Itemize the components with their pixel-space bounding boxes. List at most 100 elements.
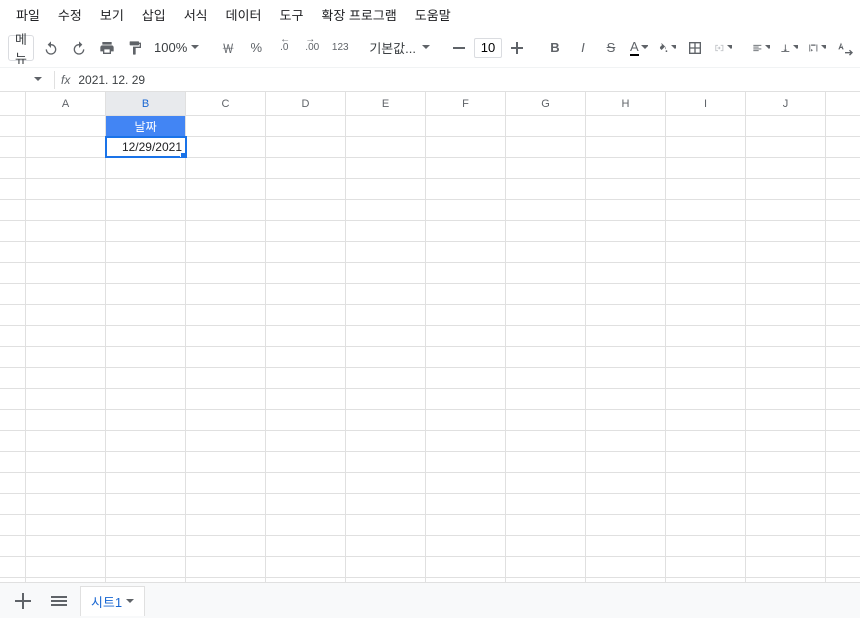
cell-I4[interactable] <box>666 179 746 199</box>
cell-G22[interactable] <box>506 557 586 577</box>
col-header-J[interactable]: J <box>746 92 826 115</box>
cell-A21[interactable] <box>26 536 106 556</box>
row-header-14[interactable] <box>0 389 26 409</box>
row-header-5[interactable] <box>0 200 26 220</box>
cell-I15[interactable] <box>666 410 746 430</box>
cell-C21[interactable] <box>186 536 266 556</box>
cell-I13[interactable] <box>666 368 746 388</box>
cell-G1[interactable] <box>506 116 586 136</box>
cell-C23[interactable] <box>186 578 266 582</box>
cell-G18[interactable] <box>506 473 586 493</box>
cell-I2[interactable] <box>666 137 746 157</box>
cell-J5[interactable] <box>746 200 826 220</box>
cell-K23[interactable] <box>826 578 860 582</box>
menu-view[interactable]: 보기 <box>92 1 132 28</box>
cell-K14[interactable] <box>826 389 860 409</box>
cell-A17[interactable] <box>26 452 106 472</box>
cell-A15[interactable] <box>26 410 106 430</box>
cell-D12[interactable] <box>266 347 346 367</box>
cell-G6[interactable] <box>506 221 586 241</box>
cell-H21[interactable] <box>586 536 666 556</box>
cell-H17[interactable] <box>586 452 666 472</box>
col-header-B[interactable]: B <box>106 92 186 115</box>
cell-B4[interactable] <box>106 179 186 199</box>
cell-I10[interactable] <box>666 305 746 325</box>
cell-B7[interactable] <box>106 242 186 262</box>
cell-B3[interactable] <box>106 158 186 178</box>
cell-K2[interactable] <box>826 137 860 157</box>
cell-C18[interactable] <box>186 473 266 493</box>
row-header-10[interactable] <box>0 305 26 325</box>
cell-C11[interactable] <box>186 326 266 346</box>
print-button[interactable] <box>94 35 120 61</box>
cell-I1[interactable] <box>666 116 746 136</box>
cell-F1[interactable] <box>426 116 506 136</box>
cell-I7[interactable] <box>666 242 746 262</box>
cell-C17[interactable] <box>186 452 266 472</box>
cell-H8[interactable] <box>586 263 666 283</box>
cell-G21[interactable] <box>506 536 586 556</box>
cell-J13[interactable] <box>746 368 826 388</box>
cell-E3[interactable] <box>346 158 426 178</box>
menu-help[interactable]: 도움말 <box>407 1 459 28</box>
cell-F23[interactable] <box>426 578 506 582</box>
cell-C19[interactable] <box>186 494 266 514</box>
merge-cells-button[interactable] <box>710 35 736 61</box>
row-header-17[interactable] <box>0 452 26 472</box>
cell-J8[interactable] <box>746 263 826 283</box>
cell-H23[interactable] <box>586 578 666 582</box>
borders-button[interactable] <box>682 35 708 61</box>
cell-D2[interactable] <box>266 137 346 157</box>
paint-format-button[interactable] <box>122 35 148 61</box>
cell-J16[interactable] <box>746 431 826 451</box>
cell-J20[interactable] <box>746 515 826 535</box>
decrease-font-button[interactable] <box>446 35 472 61</box>
cell-A8[interactable] <box>26 263 106 283</box>
row-header-6[interactable] <box>0 221 26 241</box>
font-family-dropdown[interactable]: 기본값... <box>365 38 434 57</box>
font-size-input[interactable] <box>474 38 502 58</box>
cell-C20[interactable] <box>186 515 266 535</box>
menu-file[interactable]: 파일 <box>8 1 48 28</box>
cell-A12[interactable] <box>26 347 106 367</box>
cell-B22[interactable] <box>106 557 186 577</box>
row-header-18[interactable] <box>0 473 26 493</box>
cell-F6[interactable] <box>426 221 506 241</box>
col-header-I[interactable]: I <box>666 92 746 115</box>
cell-D3[interactable] <box>266 158 346 178</box>
cell-D8[interactable] <box>266 263 346 283</box>
cell-A19[interactable] <box>26 494 106 514</box>
decrease-decimal-button[interactable]: ←.0 <box>271 35 297 61</box>
cell-F12[interactable] <box>426 347 506 367</box>
col-header-H[interactable]: H <box>586 92 666 115</box>
cell-K13[interactable] <box>826 368 860 388</box>
cell-G23[interactable] <box>506 578 586 582</box>
cell-G9[interactable] <box>506 284 586 304</box>
cell-I21[interactable] <box>666 536 746 556</box>
cell-H2[interactable] <box>586 137 666 157</box>
cell-A20[interactable] <box>26 515 106 535</box>
cell-C4[interactable] <box>186 179 266 199</box>
cell-I18[interactable] <box>666 473 746 493</box>
cell-E23[interactable] <box>346 578 426 582</box>
cell-G17[interactable] <box>506 452 586 472</box>
cell-I12[interactable] <box>666 347 746 367</box>
cell-D20[interactable] <box>266 515 346 535</box>
cell-B9[interactable] <box>106 284 186 304</box>
cell-A5[interactable] <box>26 200 106 220</box>
cell-I6[interactable] <box>666 221 746 241</box>
cell-F4[interactable] <box>426 179 506 199</box>
cell-K12[interactable] <box>826 347 860 367</box>
cell-F20[interactable] <box>426 515 506 535</box>
cell-A22[interactable] <box>26 557 106 577</box>
cell-H18[interactable] <box>586 473 666 493</box>
row-header-11[interactable] <box>0 326 26 346</box>
cell-H7[interactable] <box>586 242 666 262</box>
row-header-16[interactable] <box>0 431 26 451</box>
text-rotation-button[interactable] <box>832 35 858 61</box>
cell-J18[interactable] <box>746 473 826 493</box>
col-header-E[interactable]: E <box>346 92 426 115</box>
cell-F9[interactable] <box>426 284 506 304</box>
cell-K21[interactable] <box>826 536 860 556</box>
cell-D15[interactable] <box>266 410 346 430</box>
